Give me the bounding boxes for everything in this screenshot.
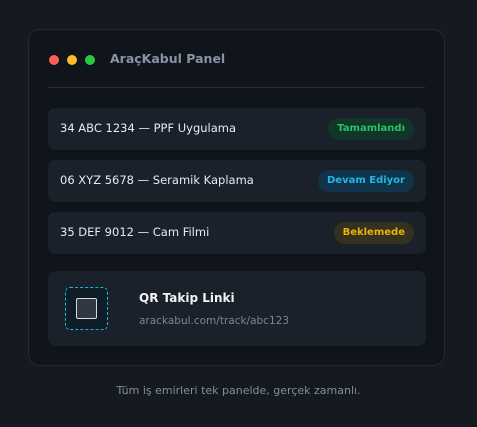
qr-tracking-card[interactable]: QR Takip Linki arackabul.com/track/abc12… [48,271,426,346]
title-bar: AraçKabul Panel [29,30,444,88]
qr-code-square [76,298,97,319]
qr-code-icon [65,287,108,330]
job-title: 06 XYZ 5678 — Seramik Kaplama [60,173,254,187]
status-badge: Tamamlandı [328,118,414,140]
window-title: AraçKabul Panel [110,51,226,66]
qr-title: QR Takip Linki [139,291,235,305]
minimize-window-button[interactable] [67,55,77,65]
job-title: 35 DEF 9012 — Cam Filmi [60,225,210,239]
job-title: 34 ABC 1234 — PPF Uygulama [60,121,237,135]
close-window-button[interactable] [49,55,59,65]
status-badge: Devam Ediyor [318,170,414,192]
status-badge: Beklemede [333,222,414,244]
app-window: AraçKabul Panel 34 ABC 1234 — PPF Uygula… [28,29,445,366]
job-row[interactable]: 35 DEF 9012 — Cam Filmi Beklemede [48,212,426,254]
job-row[interactable]: 34 ABC 1234 — PPF Uygulama Tamamlandı [48,108,426,150]
maximize-window-button[interactable] [85,55,95,65]
page-caption: Tüm iş emirleri tek panelde, gerçek zama… [116,384,361,397]
title-divider [48,87,425,88]
qr-tracking-link[interactable]: arackabul.com/track/abc123 [139,315,289,327]
job-row[interactable]: 06 XYZ 5678 — Seramik Kaplama Devam Ediy… [48,160,426,202]
